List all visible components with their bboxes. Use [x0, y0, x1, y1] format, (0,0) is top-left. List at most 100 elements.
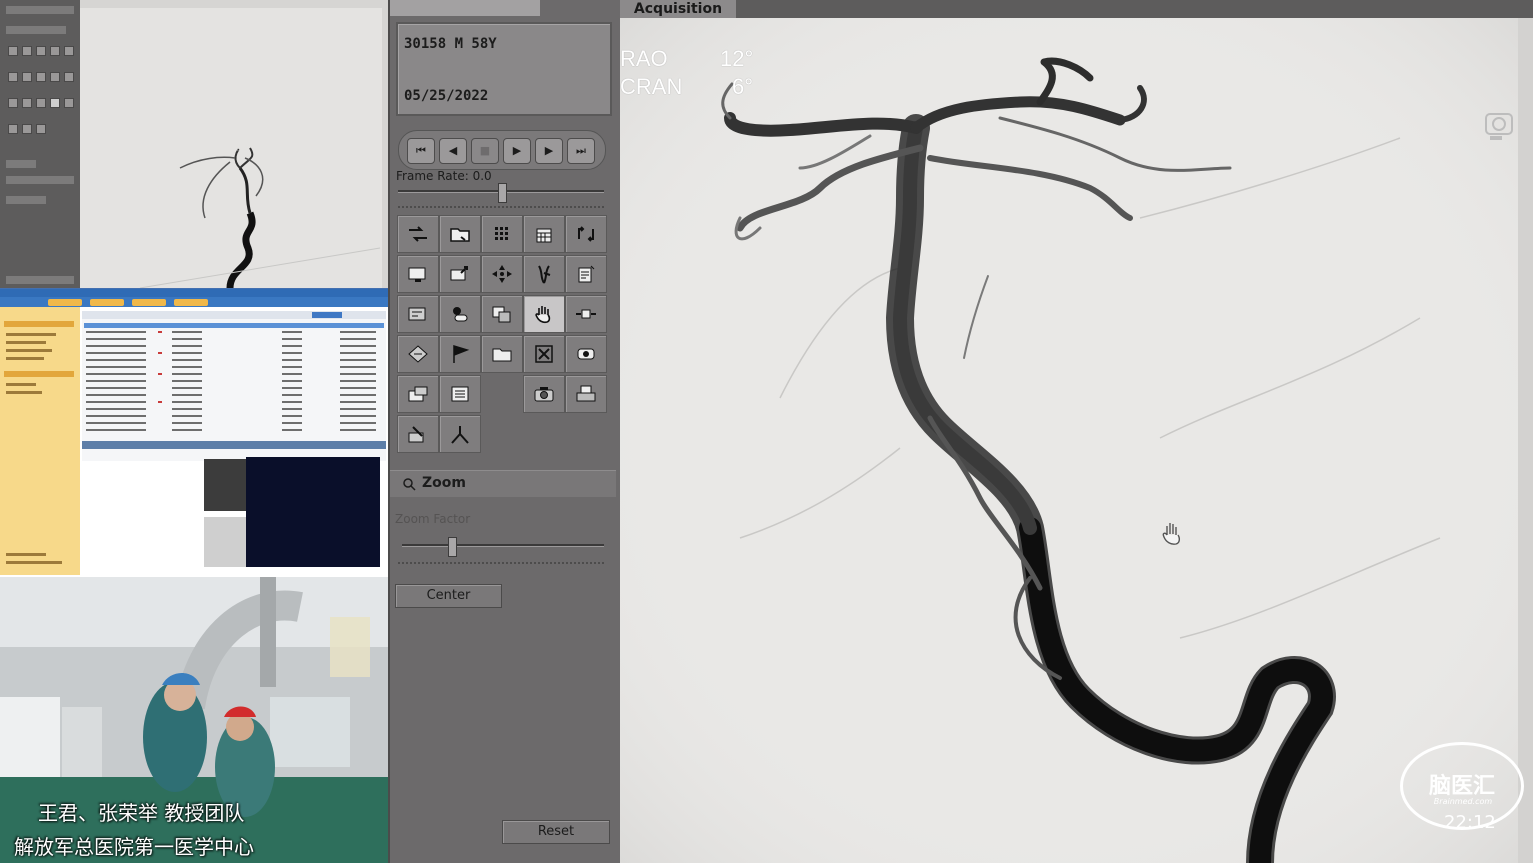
tool-icon[interactable] [22, 98, 32, 108]
pan-hand-icon[interactable] [523, 295, 565, 333]
loop-icon[interactable] [397, 215, 439, 253]
grid-icon[interactable] [481, 215, 523, 253]
rotate-icon[interactable] [397, 335, 439, 373]
patient-id: 30158 M 58Y [404, 36, 497, 52]
sidebar-item[interactable] [4, 321, 74, 327]
film-icon[interactable] [481, 335, 523, 373]
center-button[interactable]: Center [395, 584, 502, 608]
angle-1-value: 12° [720, 46, 754, 71]
worklist-header [0, 289, 388, 297]
worklist-tab[interactable] [48, 299, 82, 306]
tool-icon[interactable] [50, 72, 60, 82]
tool-icon[interactable] [36, 124, 46, 134]
sidebar-item[interactable] [4, 371, 74, 377]
move-icon[interactable] [481, 255, 523, 293]
angle-2-label: CRAN [620, 74, 683, 99]
step-back-button[interactable]: ◀ [439, 138, 467, 164]
sidebar-line [6, 553, 46, 556]
tool-icon[interactable] [64, 46, 74, 56]
tool-icon[interactable] [36, 72, 46, 82]
angiogram-viewport[interactable]: RAO 12° CRAN 6° [620, 18, 1518, 863]
tool-icon[interactable] [64, 98, 74, 108]
note-icon[interactable] [565, 255, 607, 293]
flag-icon[interactable] [439, 335, 481, 373]
divider [398, 206, 604, 210]
reference-image-panel [0, 0, 388, 288]
overlay-icon[interactable] [481, 295, 523, 333]
sidebar-line [6, 333, 56, 336]
list-icon[interactable] [439, 375, 481, 413]
reference-toolbar [0, 0, 80, 288]
reference-angiogram [80, 8, 382, 288]
tool-icon[interactable] [36, 46, 46, 56]
report-icon[interactable] [397, 375, 439, 413]
preview-bar [82, 441, 386, 449]
calendar-icon[interactable] [523, 215, 565, 253]
frame-rate-slider-knob[interactable] [498, 183, 507, 203]
zoom-factor-slider-knob[interactable] [448, 537, 457, 557]
video-timestamp: 22:12 [1444, 812, 1496, 833]
toolbar-field [6, 196, 46, 204]
monitor-icon[interactable] [397, 255, 439, 293]
angle-1-label: RAO [620, 46, 668, 71]
study-date: 05/25/2022 [404, 88, 489, 104]
vessel-icon[interactable] [523, 255, 565, 293]
tool-icon[interactable] [22, 46, 32, 56]
sidebar-line [6, 561, 62, 564]
sidebar-line [6, 341, 46, 344]
sidebar-line [6, 383, 36, 386]
tool-icon[interactable] [50, 46, 60, 56]
worklist-tab[interactable] [132, 299, 166, 306]
sidebar-line [6, 357, 44, 360]
scan-icon[interactable] [565, 335, 607, 373]
first-frame-button[interactable]: ⏮ [407, 138, 435, 164]
last-frame-button[interactable]: ⏭ [567, 138, 595, 164]
tool-icon[interactable] [36, 98, 46, 108]
zoom-factor-label: Zoom Factor [395, 512, 471, 526]
series-thumbnail[interactable] [204, 459, 248, 511]
tool-icon[interactable] [8, 124, 18, 134]
close-icon[interactable] [523, 335, 565, 373]
hand-cursor-icon [1158, 520, 1188, 548]
annotate-icon[interactable] [397, 415, 439, 453]
toolbar-field [6, 6, 74, 14]
tool-icon[interactable] [8, 46, 18, 56]
operating-room-video: 王君、张荣举 教授团队 解放军总医院第一医学中心 [0, 577, 388, 863]
swap-icon[interactable] [565, 215, 607, 253]
caption-hospital: 解放军总医院第一医学中心 [14, 835, 254, 859]
camera-icon[interactable] [523, 375, 565, 413]
bifurcation-icon[interactable] [439, 415, 481, 453]
worklist-table [82, 311, 386, 461]
logo-text: 脑医汇 [1428, 774, 1495, 799]
print-icon[interactable] [565, 375, 607, 413]
divider [398, 562, 604, 566]
worklist-sidebar [0, 307, 80, 575]
tab-acquisition[interactable]: Acquisition [620, 0, 736, 18]
viewer-scroll-edge [1518, 18, 1533, 863]
zoom-icon [402, 476, 416, 491]
tool-icon[interactable] [64, 72, 74, 82]
measure-icon[interactable] [397, 295, 439, 333]
stop-button[interactable]: ■ [471, 138, 499, 164]
toolbar-field [6, 276, 74, 284]
tool-icon[interactable] [22, 124, 32, 134]
worklist-tab[interactable] [90, 299, 124, 306]
tool-icon[interactable] [8, 98, 18, 108]
play-button[interactable]: ▶ [503, 138, 531, 164]
worklist-panel [0, 288, 388, 577]
reset-button[interactable]: Reset [502, 820, 610, 844]
sync-icon[interactable] [565, 295, 607, 333]
frame-rate-label: Frame Rate: 0.0 [396, 169, 492, 183]
export-icon[interactable] [439, 255, 481, 293]
series-thumbnail[interactable] [204, 517, 248, 567]
zoom-title: Zoom [422, 475, 466, 491]
contrast-icon[interactable] [439, 295, 481, 333]
tool-icon[interactable] [22, 72, 32, 82]
folder-icon[interactable] [439, 215, 481, 253]
sidebar-line [6, 349, 52, 352]
tool-icon[interactable] [8, 72, 18, 82]
zoom-factor-slider-track[interactable] [402, 544, 604, 547]
step-forward-button[interactable]: ▶ [535, 138, 563, 164]
worklist-tab[interactable] [174, 299, 208, 306]
tool-icon[interactable] [50, 98, 60, 108]
